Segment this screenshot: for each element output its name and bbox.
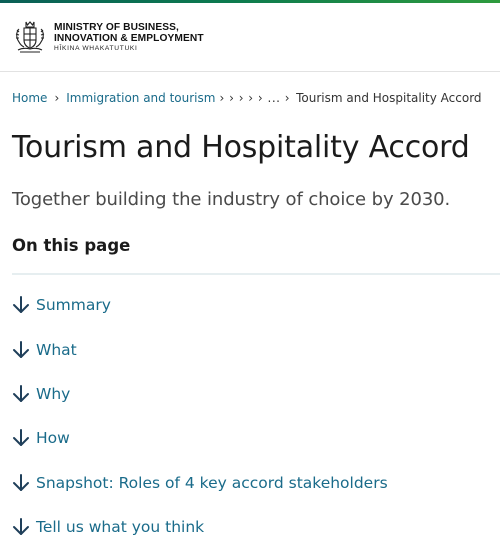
breadcrumb-home-link[interactable]: Home — [12, 91, 47, 105]
arrow-down-icon — [12, 340, 30, 360]
toc-label: Snapshot: Roles of 4 key accord stakehol… — [36, 473, 388, 492]
toc-link-summary[interactable]: Summary — [12, 295, 111, 315]
breadcrumb: Home › Immigration and tourism › › › › ›… — [12, 91, 496, 105]
toc-item-how: How — [12, 416, 500, 460]
page-title: Tourism and Hospitality Accord — [12, 130, 470, 165]
toc-link-how[interactable]: How — [12, 428, 70, 448]
toc-label: Tell us what you think — [36, 518, 205, 537]
arrow-down-icon — [12, 428, 30, 448]
breadcrumb-current-page: Tourism and Hospitality Accord — [296, 91, 482, 105]
logo-line-1: MINISTRY OF BUSINESS, — [54, 21, 179, 33]
arrow-down-icon — [12, 295, 30, 315]
toc-item-feedback: Tell us what you think — [12, 505, 500, 548]
toc-label: Summary — [36, 296, 111, 315]
logo-line-2: INNOVATION & EMPLOYMENT — [54, 32, 204, 44]
on-this-page-list: Summary What Why How Snapshot: Roles of … — [12, 283, 500, 548]
toc-label: Why — [36, 384, 71, 403]
toc-item-summary: Summary — [12, 283, 500, 327]
toc-link-feedback[interactable]: Tell us what you think — [12, 517, 204, 537]
breadcrumb-immigration-link[interactable]: Immigration and tourism — [66, 91, 215, 105]
toc-label: What — [36, 340, 77, 359]
arrow-down-icon — [12, 384, 30, 404]
toc-label: How — [36, 429, 70, 448]
toc-item-snapshot: Snapshot: Roles of 4 key accord stakehol… — [12, 461, 500, 505]
toc-link-snapshot[interactable]: Snapshot: Roles of 4 key accord stakehol… — [12, 473, 388, 493]
toc-item-why: Why — [12, 372, 500, 416]
site-header: MINISTRY OF BUSINESS, INNOVATION & EMPLO… — [0, 3, 500, 72]
logo-line-3: HĪKINA WHAKATUTUKI — [54, 44, 138, 52]
breadcrumb-separator: › — [54, 91, 60, 105]
arrow-down-icon — [12, 517, 30, 537]
page-lead-text: Together building the industry of choice… — [12, 189, 451, 210]
arrow-down-icon — [12, 473, 30, 493]
on-this-page-divider — [12, 273, 500, 275]
coat-of-arms-icon[interactable] — [12, 18, 48, 56]
toc-link-what[interactable]: What — [12, 340, 77, 360]
breadcrumb-collapsed-items[interactable]: › › › › › ... › — [219, 91, 290, 105]
ministry-logo-text[interactable]: MINISTRY OF BUSINESS, INNOVATION & EMPLO… — [54, 22, 204, 52]
toc-item-what: What — [12, 327, 500, 371]
on-this-page-heading: On this page — [12, 236, 131, 255]
toc-link-why[interactable]: Why — [12, 384, 70, 404]
